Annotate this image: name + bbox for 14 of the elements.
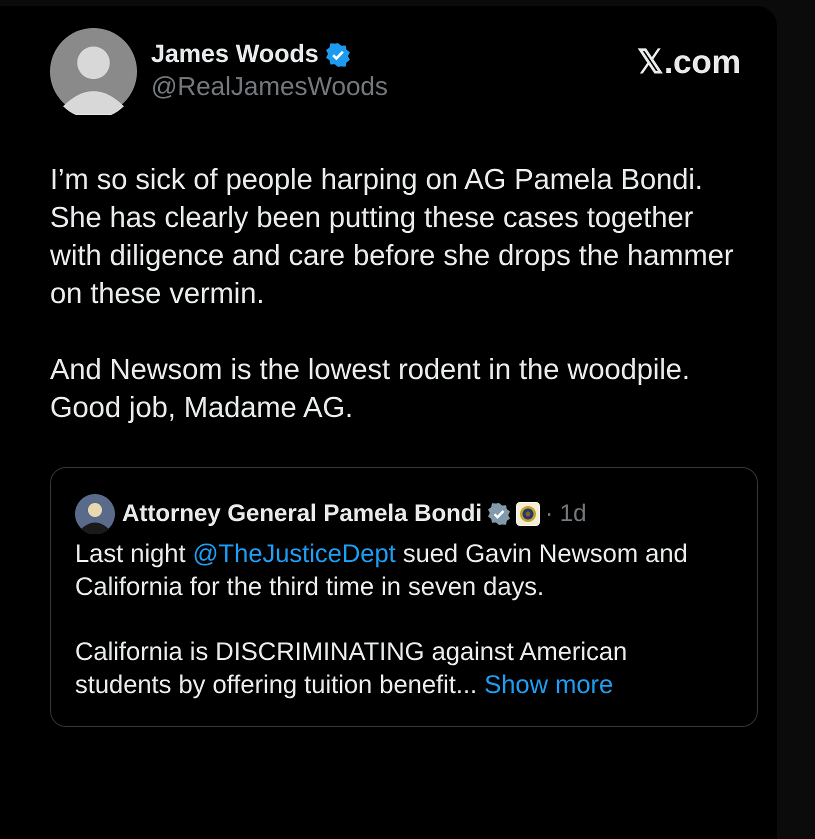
- mention-link[interactable]: @TheJusticeDept: [192, 540, 396, 568]
- post-text: I’m so sick of people harping on AG Pamela Bondi. She has clearly been putting these cases together with diligence and care before she drops the hammer on these vermin.: [50, 163, 734, 312]
- author-handle[interactable]: @RealJamesWoods: [151, 71, 388, 102]
- quoted-post[interactable]: [50, 467, 758, 727]
- post-time: · 1d: [545, 500, 586, 528]
- site-label: 𝕏.com: [636, 42, 741, 81]
- quoted-author-name[interactable]: Attorney General Pamela Bondi: [122, 500, 482, 528]
- avatar[interactable]: [75, 494, 115, 534]
- quoted-text: Last night @TheJusticeDept sued Gavin Newsom and California for the third time in seven days.: [75, 539, 689, 603]
- quoted-text: California is DISCRIMINATING against American students by offering tuition benefit... Show more: [75, 637, 628, 701]
- avatar[interactable]: [50, 28, 137, 115]
- author-name[interactable]: James Woods: [151, 40, 319, 69]
- show-more-link[interactable]: Show more: [484, 671, 614, 699]
- post-text: And Newsom is the lowest rodent in the woodpile. Good job, Madame AG.: [50, 353, 691, 426]
